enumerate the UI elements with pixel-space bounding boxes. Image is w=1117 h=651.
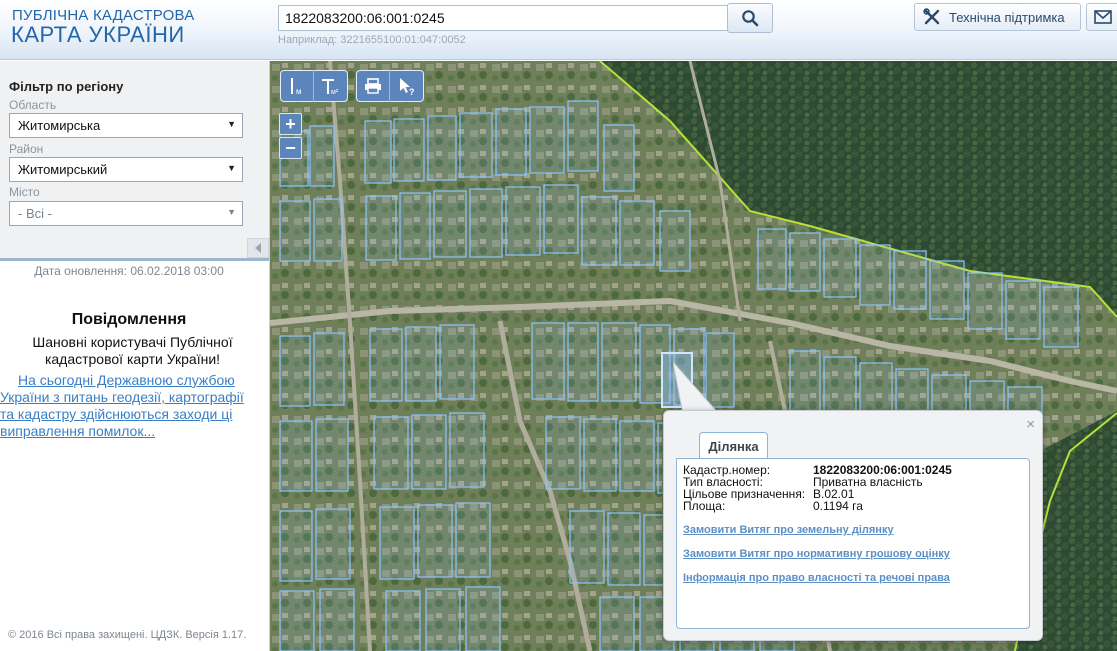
cursor-question-icon: ? <box>400 78 415 96</box>
dropdown-arrow-icon: ▼ <box>227 119 236 129</box>
misto-label: Місто <box>9 185 40 199</box>
rayon-label: Район <box>9 142 44 156</box>
zoom-in-button[interactable]: + <box>279 113 302 135</box>
parcel-info-body: Кадастр.номер: 1822083200:06:001:0245 Ти… <box>676 458 1030 629</box>
prop-value: 0.1194 га <box>813 499 863 513</box>
identify-button[interactable]: ? <box>390 70 424 102</box>
magnifier-icon <box>742 10 759 27</box>
area-unit: м² <box>331 89 339 96</box>
app-header: ПУБЛІЧНА КАДАСТРОВА КАРТА УКРАЇНИ Наприк… <box>0 0 1117 60</box>
tab-parcel[interactable]: Ділянка <box>699 432 768 459</box>
popup-pointer <box>673 362 720 414</box>
notice-link[interactable]: На сьогодні Державною службою України з … <box>0 372 262 440</box>
oblast-value: Житомирська <box>18 118 101 133</box>
ruler-area-icon: м² <box>322 79 339 96</box>
cadastral-search-input[interactable] <box>278 5 728 31</box>
logo-line-2[interactable]: КАРТА УКРАЇНИ <box>11 22 185 48</box>
search-button[interactable] <box>727 3 773 33</box>
order-valuation-extract-link[interactable]: Замовити Витяг про нормативну грошову оц… <box>683 548 950 560</box>
oblast-label: Область <box>9 98 57 112</box>
parcel-info-popup: × Ділянка Кадастр.номер: 1822083200:06:0… <box>663 410 1043 641</box>
oblast-select[interactable]: Житомирська ▼ <box>9 113 243 138</box>
order-land-extract-link[interactable]: Замовити Витяг про земельну ділянку <box>683 524 894 536</box>
filter-title: Фільтр по регіону <box>9 79 124 94</box>
print-identify-tools: ? <box>356 70 424 102</box>
dropdown-arrow-icon: ▼ <box>227 207 236 217</box>
prop-label: Площа: <box>683 499 726 513</box>
svg-text:?: ? <box>409 87 415 96</box>
measure-area-button[interactable]: м² <box>314 70 348 102</box>
envelope-icon <box>1094 10 1112 24</box>
notice-title: Повідомлення <box>71 311 187 328</box>
length-unit: м <box>296 87 302 96</box>
dropdown-arrow-icon: ▼ <box>227 163 236 173</box>
mail-button[interactable] <box>1086 3 1117 31</box>
close-icon[interactable]: × <box>1026 416 1035 433</box>
tech-support-button[interactable]: Технічна підтримка <box>914 3 1081 31</box>
collapse-sidebar-button[interactable] <box>247 238 269 258</box>
notice-greeting: Шановні користувачі Публічної кадастрово… <box>32 334 233 367</box>
ruler-length-icon: м <box>290 78 302 96</box>
tools-icon <box>923 8 940 25</box>
printer-icon <box>364 78 381 94</box>
copyright: © 2016 Всі права захищені. ЦДЗК. Версія … <box>8 629 247 641</box>
region-filter-panel: Фільтр по регіону Область Житомирська ▼ … <box>0 61 269 261</box>
misto-select[interactable]: - Всі - ▼ <box>9 201 243 226</box>
update-date: Дата оновлення: 06.02.2018 03:00 <box>34 264 224 278</box>
tech-support-label: Технічна підтримка <box>949 9 1065 25</box>
chevron-left-icon <box>255 243 261 253</box>
misto-value: - Всі - <box>18 206 52 221</box>
sidebar: Фільтр по регіону Область Житомирська ▼ … <box>0 61 270 651</box>
print-button[interactable] <box>356 70 390 102</box>
rayon-value: Житомирський <box>18 162 108 177</box>
rayon-select[interactable]: Житомирський ▼ <box>9 157 243 182</box>
measure-length-button[interactable]: м <box>280 70 314 102</box>
measure-tools: м м² <box>280 70 348 102</box>
zoom-out-button[interactable]: − <box>279 137 302 159</box>
search-hint: Наприклад: 3221655100:01:047:0052 <box>278 34 466 46</box>
ownership-info-link[interactable]: Інформація про право власності та речові… <box>683 572 950 584</box>
